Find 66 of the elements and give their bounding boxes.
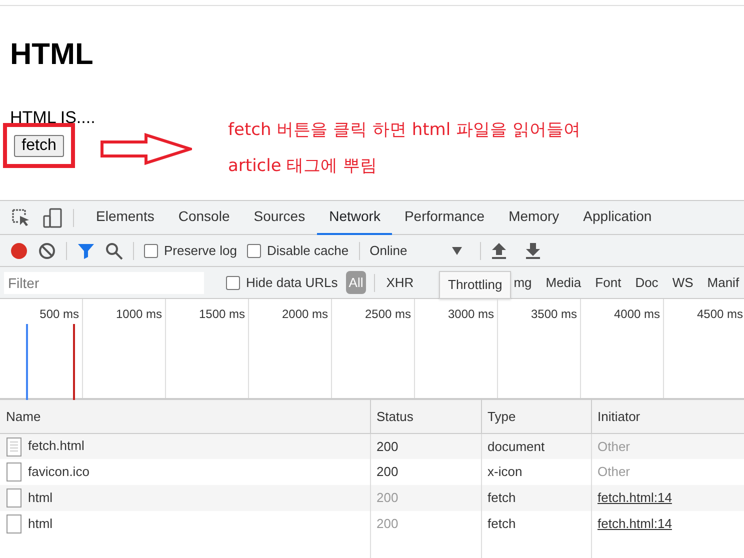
panel-tab[interactable]: Application <box>571 200 664 234</box>
timeline-tick: 4000 ms <box>614 307 660 321</box>
tooltip: Throttling <box>439 271 512 298</box>
file-name[interactable]: fetch.html <box>28 438 84 453</box>
upload-icon[interactable] <box>490 242 507 260</box>
type-filter-button[interactable]: Manif <box>704 270 742 294</box>
checkbox[interactable] <box>226 276 240 290</box>
annotation-text: fetch 버튼을 클릭 하면 html 파일을 읽어들여 <box>228 119 580 142</box>
type-filter-button[interactable]: Doc <box>632 270 662 294</box>
status-cell: 200 <box>370 485 481 511</box>
timeline-tick: 1000 ms <box>116 307 162 321</box>
initiator-text: Other <box>598 438 630 454</box>
annotation-text: article 태그에 뿌림 <box>228 155 378 178</box>
checkbox[interactable] <box>246 244 261 258</box>
file-name[interactable]: favicon.ico <box>28 464 90 479</box>
filter-icon[interactable] <box>77 242 95 260</box>
fetch-button[interactable]: fetch <box>14 134 64 156</box>
file-name[interactable]: html <box>28 516 53 531</box>
record-icon[interactable] <box>10 242 28 260</box>
file-icon <box>6 514 22 534</box>
inspect-icon[interactable] <box>11 208 31 228</box>
dropdown-caret-icon <box>452 246 462 254</box>
type-filter-button[interactable]: Font <box>592 270 624 294</box>
clear-icon[interactable] <box>38 242 56 260</box>
type-cell: fetch <box>481 485 591 511</box>
paragraph-text: HTML IS.... <box>10 107 96 129</box>
timeline-tick: 3000 ms <box>448 307 494 321</box>
page-heading: HTML <box>10 38 94 72</box>
type-filter-button[interactable]: mg <box>510 270 535 294</box>
panel-tab[interactable]: Sources <box>242 200 318 234</box>
type-filter-button[interactable]: Media <box>542 270 584 294</box>
download-icon[interactable] <box>524 242 541 260</box>
search-icon[interactable] <box>105 242 123 260</box>
status-cell: 200 <box>370 511 481 537</box>
column-header[interactable]: Initiator <box>591 400 744 433</box>
status-cell: 200 <box>370 433 481 459</box>
arrow-icon <box>100 133 192 165</box>
file-icon <box>6 488 22 508</box>
checkbox-label: Disable cache <box>266 242 349 260</box>
panel-tab[interactable]: Memory <box>496 200 572 234</box>
timeline-tick: 4500 ms <box>696 307 743 321</box>
checkbox-label: Hide data URLs <box>246 274 338 292</box>
checkbox-label: Preserve log <box>164 242 237 260</box>
panel-tab[interactable]: Elements <box>84 200 166 234</box>
column-header[interactable]: Name <box>0 400 370 433</box>
throttling-dropdown[interactable]: Online <box>370 240 462 260</box>
type-filter-button[interactable]: XHR <box>383 270 417 294</box>
type-cell: fetch <box>481 511 591 537</box>
timeline-tick: 1500 ms <box>198 307 245 321</box>
column-header[interactable]: Type <box>481 400 591 433</box>
panel-tab[interactable]: Console <box>166 200 242 234</box>
initiator-text: Other <box>598 464 630 480</box>
initiator-link[interactable]: fetch.html:14 <box>598 516 672 532</box>
file-name[interactable]: html <box>28 490 53 505</box>
column-header[interactable]: Status <box>370 400 481 433</box>
panel-tab[interactable]: Performance <box>392 200 497 234</box>
timeline-tick: 3500 ms <box>530 307 577 321</box>
timeline-tick: 2000 ms <box>282 307 328 321</box>
type-cell: document <box>481 433 591 459</box>
filter-field[interactable]: Filter <box>4 272 204 294</box>
timeline-tick: 500 ms <box>40 307 79 321</box>
timeline-tick: 2500 ms <box>364 307 411 321</box>
file-icon <box>6 462 22 482</box>
checkbox[interactable] <box>144 244 158 258</box>
type-filter-button[interactable]: WS <box>669 270 696 294</box>
device-toggle-icon[interactable] <box>43 208 63 228</box>
